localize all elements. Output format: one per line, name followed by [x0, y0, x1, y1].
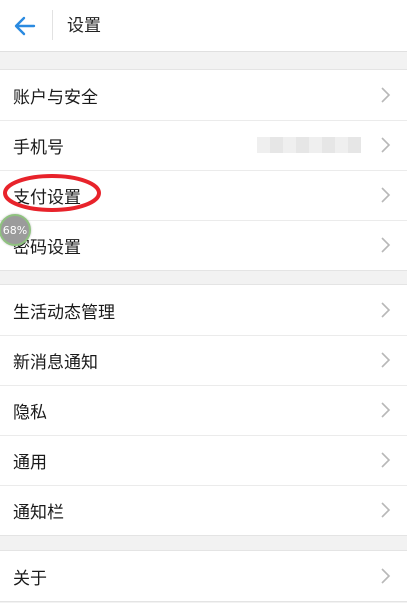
row-label: 支付设置 [13, 187, 81, 208]
chevron-right-icon [381, 237, 391, 253]
floating-memory-ball[interactable]: 68% [0, 214, 31, 246]
header-bar: 设置 [0, 0, 407, 52]
row-life-moments-management[interactable]: 生活动态管理 [0, 285, 407, 335]
settings-group-general: 生活动态管理 新消息通知 隐私 通用 通知栏 [0, 284, 407, 536]
row-label: 账户与安全 [13, 87, 98, 108]
row-label: 关于 [13, 568, 47, 589]
chevron-right-icon [381, 452, 391, 468]
row-general[interactable]: 通用 [0, 435, 407, 485]
row-label: 手机号 [13, 137, 64, 158]
row-phone-number[interactable]: 手机号 [0, 120, 407, 170]
back-arrow-icon [14, 16, 36, 36]
row-privacy[interactable]: 隐私 [0, 385, 407, 435]
row-about[interactable]: 关于 [0, 551, 407, 601]
row-account-security[interactable]: 账户与安全 [0, 70, 407, 120]
chevron-right-icon [381, 568, 391, 584]
settings-group-account: 账户与安全 手机号 支付设置 密码设置 [0, 69, 407, 271]
row-label: 新消息通知 [13, 352, 98, 373]
chevron-right-icon [381, 502, 391, 518]
chevron-right-icon [381, 137, 391, 153]
row-password-settings[interactable]: 密码设置 [0, 220, 407, 270]
settings-group-about: 关于 [0, 550, 407, 602]
chevron-right-icon [381, 402, 391, 418]
row-payment-settings[interactable]: 支付设置 [0, 170, 407, 220]
chevron-right-icon [381, 302, 391, 318]
header-divider [52, 10, 53, 40]
back-button[interactable] [0, 0, 50, 52]
row-new-message-notification[interactable]: 新消息通知 [0, 335, 407, 385]
row-label: 隐私 [13, 402, 47, 423]
phone-number-value-blurred [257, 137, 361, 153]
row-label: 通知栏 [13, 502, 64, 523]
page-title: 设置 [67, 16, 101, 36]
row-label: 通用 [13, 452, 47, 473]
chevron-right-icon [381, 352, 391, 368]
row-label: 生活动态管理 [13, 302, 115, 323]
chevron-right-icon [381, 187, 391, 203]
chevron-right-icon [381, 87, 391, 103]
row-notification-bar[interactable]: 通知栏 [0, 485, 407, 535]
